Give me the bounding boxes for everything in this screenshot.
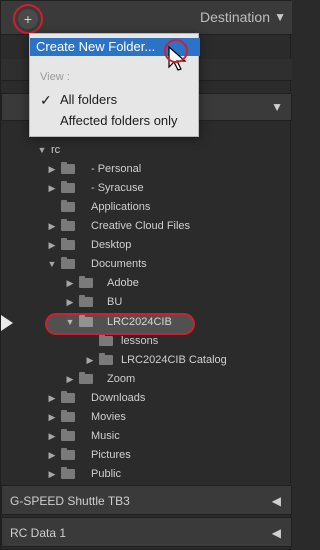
tree-row[interactable]: lessons: [1, 332, 292, 351]
tree-row[interactable]: ▼ rc: [1, 141, 292, 160]
folder-label: Desktop: [91, 239, 132, 251]
folder-label: - Personal: [91, 163, 142, 175]
disclosure-triangle-icon[interactable]: ▶: [47, 179, 57, 198]
folder-icon: [61, 200, 75, 212]
folder-label: Zoom: [107, 373, 136, 385]
tree-row[interactable]: Applications: [1, 198, 292, 217]
destination-title: Destination: [199, 9, 270, 25]
tree-row[interactable]: ▶ LRC2024CIB Catalog: [1, 351, 292, 370]
tree-row[interactable]: ▶ Adobe: [1, 274, 292, 293]
affected-folders-only-menu-item[interactable]: Affected folders only: [60, 112, 178, 130]
folder-label: Music: [91, 430, 120, 442]
add-folder-button[interactable]: +: [18, 9, 38, 29]
folder-icon: [61, 162, 75, 174]
folder-label: Creative Cloud Files: [91, 220, 191, 232]
disclosure-triangle-icon[interactable]: ▶: [47, 236, 57, 255]
tree-row[interactable]: ▶ Creative Cloud Files: [1, 217, 292, 236]
folder-label: BU: [107, 296, 123, 308]
folder-icon: [61, 238, 75, 250]
disclosure-triangle-icon[interactable]: ▶: [85, 351, 95, 370]
disclosure-triangle-icon[interactable]: ▼: [47, 255, 57, 274]
tree-row[interactable]: ▶ Downloads: [1, 389, 292, 408]
disclosure-triangle-icon[interactable]: ▶: [47, 446, 57, 465]
folder-label: Documents: [91, 258, 147, 270]
folder-icon: [61, 219, 75, 231]
tree-row[interactable]: ▶ Music: [1, 427, 292, 446]
folder-label: lessons: [121, 335, 159, 347]
disclosure-triangle-icon[interactable]: ▶: [47, 389, 57, 408]
folder-icon: [61, 181, 75, 193]
checkmark-icon: ✓: [40, 92, 52, 108]
folder-icon: [79, 276, 93, 288]
folder-label: LRC2024CIB Catalog: [121, 354, 227, 366]
destination-panel: + Destination ▼ ▼ Create New Folder... V…: [0, 0, 292, 550]
drive-row-gspeed[interactable]: G-SPEED Shuttle TB3 ◀: [1, 485, 292, 515]
folder-label: Downloads: [91, 392, 146, 404]
tree-row[interactable]: ▶ Desktop: [1, 236, 292, 255]
tree-row[interactable]: ▶ Public: [1, 465, 292, 484]
drive-caret-icon[interactable]: ◀: [272, 486, 281, 516]
disclosure-triangle-icon[interactable]: ▶: [65, 370, 75, 389]
view-label: View :: [40, 71, 70, 83]
mouse-pointer-icon: [168, 45, 187, 71]
destination-header: + Destination ▼: [1, 1, 292, 35]
drive-row-rc-data-1[interactable]: RC Data 1 ◀: [1, 517, 292, 547]
disclosure-triangle-icon[interactable]: ▶: [65, 274, 75, 293]
tree-row[interactable]: ▶ Zoom: [1, 370, 292, 389]
disclosure-triangle-icon[interactable]: [47, 198, 57, 217]
plus-icon: +: [23, 11, 33, 27]
folder-icon: [61, 448, 75, 460]
tree-row-selected[interactable]: ▼ LRC2024CIB: [1, 313, 292, 332]
folder-icon: [99, 353, 113, 365]
folder-label: LRC2024CIB: [107, 316, 172, 328]
tree-row[interactable]: ▶ - Personal: [1, 160, 292, 179]
top-drive-caret-icon[interactable]: ▼: [271, 100, 283, 114]
tree-row[interactable]: ▼ Documents: [1, 255, 292, 274]
disclosure-triangle-icon[interactable]: ▼: [65, 313, 75, 332]
tree-row[interactable]: ▶ Pictures: [1, 446, 292, 465]
disclosure-triangle-icon[interactable]: ▶: [65, 293, 75, 312]
drive-name: RC Data 1: [10, 526, 67, 540]
disclosure-triangle-icon[interactable]: ▶: [47, 160, 57, 179]
tree-row[interactable]: ▶ Movies: [1, 408, 292, 427]
folder-label: Pictures: [91, 449, 131, 461]
folder-icon: [79, 372, 93, 384]
disclosure-triangle-icon[interactable]: ▶: [47, 217, 57, 236]
folder-tree: ▼ rc ▶ - Personal ▶ - Syracuse Applicati…: [1, 141, 292, 481]
disclosure-triangle-icon[interactable]: ▼: [37, 141, 47, 160]
disclosure-triangle-icon[interactable]: ▶: [47, 408, 57, 427]
folder-icon: [99, 334, 113, 346]
folder-icon: [61, 410, 75, 422]
folder-icon: [61, 257, 75, 269]
folder-icon: [79, 295, 93, 307]
folder-icon: [61, 391, 75, 403]
drive-caret-icon[interactable]: ◀: [272, 518, 281, 548]
folder-label: Applications: [91, 201, 151, 213]
tree-row[interactable]: ▶ BU: [1, 293, 292, 312]
disclosure-triangle-icon[interactable]: ▶: [47, 465, 57, 484]
folder-label: Public: [91, 468, 121, 480]
folder-icon: [61, 429, 75, 441]
tree-row[interactable]: ▶ - Syracuse: [1, 179, 292, 198]
drive-name: G-SPEED Shuttle TB3: [10, 494, 130, 508]
folder-label: Movies: [91, 411, 126, 423]
folder-icon: [61, 467, 75, 479]
collapse-caret-icon[interactable]: ▼: [274, 10, 286, 24]
folder-label: - Syracuse: [91, 182, 144, 194]
disclosure-triangle-icon[interactable]: [85, 332, 95, 351]
all-folders-menu-item[interactable]: All folders: [60, 91, 117, 109]
folder-label: rc: [51, 144, 61, 156]
folder-icon: [79, 315, 93, 327]
disclosure-triangle-icon[interactable]: ▶: [47, 427, 57, 446]
folder-label: Adobe: [107, 277, 139, 289]
